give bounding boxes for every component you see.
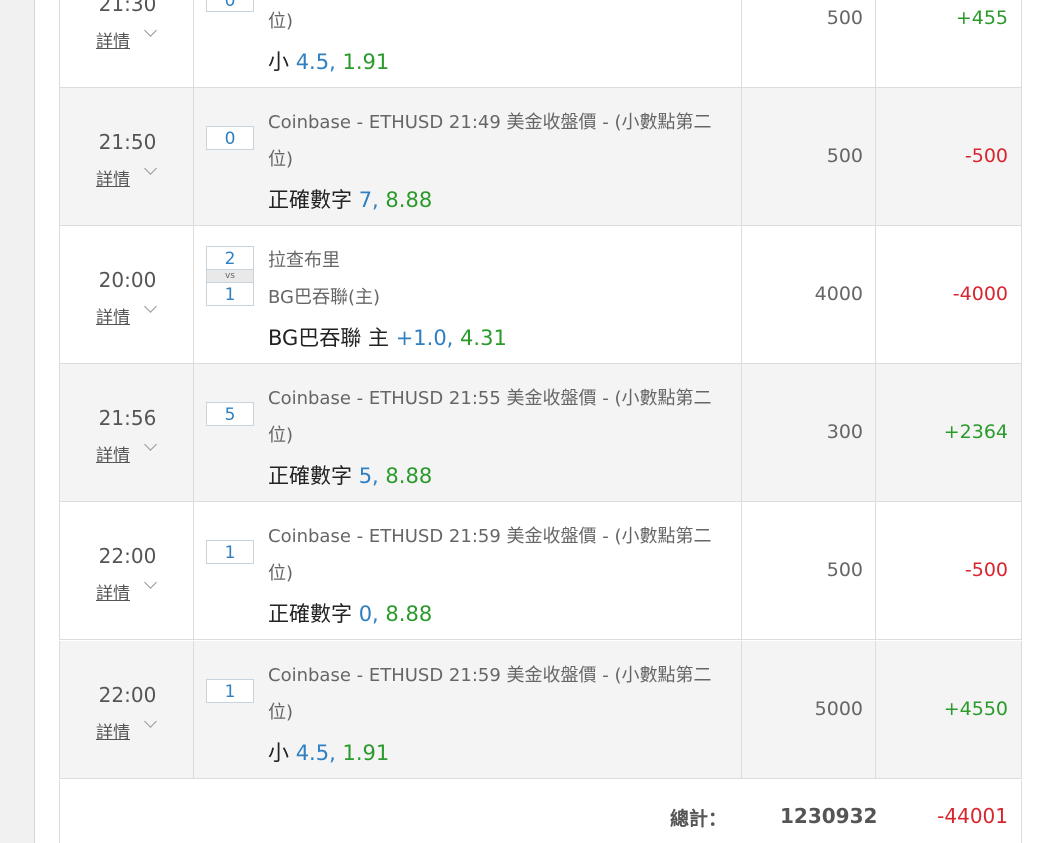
left-rail — [0, 0, 35, 843]
total-stake: 1230932 — [780, 804, 878, 828]
bet-selection: BG巴吞聯 主 +1.0, 4.31 — [268, 326, 507, 350]
bet-odds: 8.88 — [385, 188, 433, 212]
bet-time: 20:00 — [98, 268, 157, 292]
stake-amount: 5000 — [814, 698, 863, 720]
win-loss-amount: -500 — [964, 145, 1008, 167]
total-row: 總計： 1230932 -44001 — [59, 780, 1022, 843]
detail-link[interactable]: 詳情 — [96, 718, 130, 743]
detail-link[interactable]: 詳情 — [96, 27, 130, 52]
chevron-down-icon[interactable] — [144, 715, 157, 728]
win-loss-amount: -4000 — [952, 283, 1008, 305]
event-subtitle: 位) — [268, 563, 294, 584]
home-score: 2 — [206, 246, 254, 270]
stake-amount: 500 — [826, 145, 863, 167]
result-number-box: 1 — [206, 540, 254, 564]
home-team: BG巴吞聯(主) — [268, 287, 381, 308]
table-row: 20:00 詳情 2 vs 1 拉查布里 BG巴吞聯(主) BG巴吞聯 主 +1… — [59, 226, 1022, 364]
total-win-loss: -44001 — [937, 804, 1008, 828]
table-row: 22:00 詳情 1 Coinbase - ETHUSD 21:59 美金收盤價… — [59, 502, 1022, 640]
stake-amount: 300 — [826, 421, 863, 443]
win-loss-amount: +2364 — [943, 421, 1008, 443]
detail-link[interactable]: 詳情 — [96, 579, 130, 604]
chevron-down-icon[interactable] — [144, 576, 157, 589]
event-title: Coinbase - ETHUSD 21:59 美金收盤價 - (小數點第二 — [268, 526, 712, 547]
bet-odds: 1.91 — [342, 741, 390, 765]
bet-time: 21:50 — [98, 130, 157, 154]
chevron-down-icon[interactable] — [144, 24, 157, 37]
away-score: 1 — [206, 282, 254, 306]
bet-line: +1.0, — [395, 326, 454, 350]
chevron-down-icon[interactable] — [144, 162, 157, 175]
result-number-box: 1 — [206, 679, 254, 703]
bet-time: 22:00 — [98, 683, 157, 707]
chevron-down-icon[interactable] — [144, 300, 157, 313]
event-subtitle: 位) — [268, 149, 294, 170]
result-number-box: 5 — [206, 402, 254, 426]
table-row: 21:50 詳情 0 Coinbase - ETHUSD 21:49 美金收盤價… — [59, 88, 1022, 226]
event-title: Coinbase - ETHUSD 21:55 美金收盤價 - (小數點第二 — [268, 388, 712, 409]
bet-odds: 8.88 — [385, 602, 433, 626]
stake-amount: 4000 — [814, 283, 863, 305]
bet-odds: 1.91 — [342, 50, 390, 74]
chevron-down-icon[interactable] — [144, 438, 157, 451]
table-row: 21:30 詳情 0 位) 小 4.5, 1.91 500 +455 — [59, 0, 1022, 88]
event-subtitle: 位) — [268, 425, 294, 446]
stake-amount: 500 — [826, 559, 863, 581]
match-score: 2 vs 1 — [206, 246, 254, 306]
vs-label: vs — [206, 270, 254, 282]
bet-selection: 正確數字 5, 8.88 — [268, 464, 433, 488]
bet-time: 21:30 — [98, 0, 157, 16]
away-team: 拉查布里 — [268, 250, 340, 271]
win-loss-amount: +455 — [955, 7, 1008, 29]
event-subtitle: 位) — [268, 702, 294, 723]
total-label: 總計： — [670, 808, 728, 830]
bet-odds: 8.88 — [385, 464, 433, 488]
event-title: Coinbase - ETHUSD 21:49 美金收盤價 - (小數點第二 — [268, 112, 712, 133]
detail-link[interactable]: 詳情 — [96, 441, 130, 466]
bet-line: 4.5, — [295, 741, 336, 765]
event-subtitle: 位) — [268, 11, 294, 32]
detail-link[interactable]: 詳情 — [96, 165, 130, 190]
bet-selection: 小 4.5, 1.91 — [268, 50, 390, 74]
bet-line: 4.5, — [295, 50, 336, 74]
bet-line: 5, — [358, 464, 379, 488]
bet-selection: 正確數字 7, 8.88 — [268, 188, 433, 212]
bet-selection: 小 4.5, 1.91 — [268, 741, 390, 765]
table-row: 21:56 詳情 5 Coinbase - ETHUSD 21:55 美金收盤價… — [59, 364, 1022, 502]
bet-time: 21:56 — [98, 406, 157, 430]
result-number-box: 0 — [206, 126, 254, 150]
bet-time: 22:00 — [98, 544, 157, 568]
bet-odds: 4.31 — [460, 326, 507, 350]
event-title: Coinbase - ETHUSD 21:59 美金收盤價 - (小數點第二 — [268, 665, 712, 686]
win-loss-amount: +4550 — [943, 698, 1008, 720]
detail-link[interactable]: 詳情 — [96, 303, 130, 328]
stake-amount: 500 — [826, 7, 863, 29]
bet-selection: 正確數字 0, 8.88 — [268, 602, 433, 626]
table-row: 22:00 詳情 1 Coinbase - ETHUSD 21:59 美金收盤價… — [59, 641, 1022, 779]
result-number-box: 0 — [206, 0, 254, 12]
win-loss-amount: -500 — [964, 559, 1008, 581]
bet-line: 0, — [358, 602, 379, 626]
bet-line: 7, — [358, 188, 379, 212]
